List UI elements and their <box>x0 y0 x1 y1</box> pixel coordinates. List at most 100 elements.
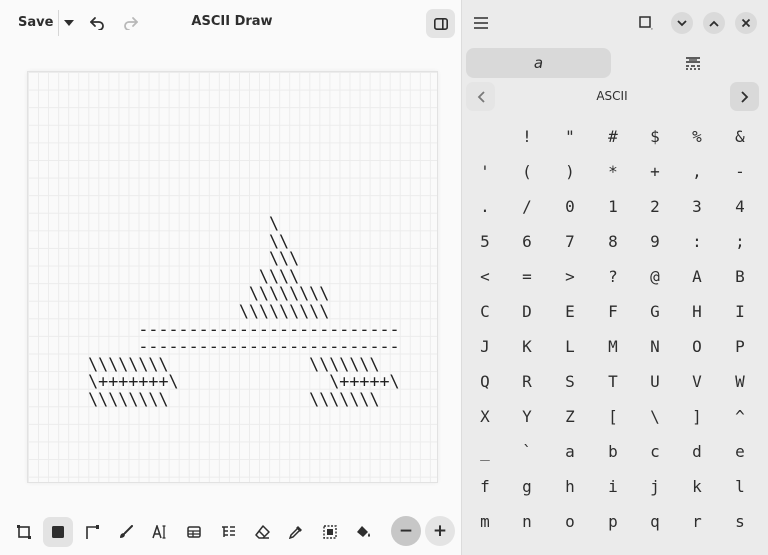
character-cell[interactable]: o <box>549 504 591 539</box>
character-cell[interactable]: 0 <box>549 189 591 224</box>
character-cell[interactable]: / <box>506 189 548 224</box>
character-cell[interactable]: J <box>464 329 506 364</box>
character-cell[interactable]: L <box>549 329 591 364</box>
main-menu-button[interactable] <box>470 12 492 34</box>
table-tool-button[interactable] <box>179 517 209 547</box>
character-cell[interactable]: : <box>676 224 718 259</box>
character-cell[interactable]: s <box>719 504 761 539</box>
character-cell[interactable]: ` <box>506 434 548 469</box>
character-cell[interactable]: E <box>549 294 591 329</box>
character-cell[interactable]: = <box>506 259 548 294</box>
character-cell[interactable]: d <box>676 434 718 469</box>
character-cell[interactable]: 5 <box>464 224 506 259</box>
character-cell[interactable]: 7 <box>549 224 591 259</box>
character-cell[interactable]: ? <box>592 259 634 294</box>
picker-tool-button[interactable] <box>281 517 311 547</box>
character-cell[interactable]: 9 <box>634 224 676 259</box>
character-cell[interactable]: 1 <box>592 189 634 224</box>
zoom-out-button[interactable]: − <box>391 516 421 546</box>
next-charset-button[interactable] <box>730 82 759 111</box>
character-cell[interactable]: C <box>464 294 506 329</box>
close-button[interactable] <box>735 12 757 34</box>
character-cell[interactable]: W <box>719 364 761 399</box>
character-cell[interactable]: 4 <box>719 189 761 224</box>
undo-button[interactable] <box>84 10 110 36</box>
character-cell[interactable]: 6 <box>506 224 548 259</box>
line-tool-button[interactable] <box>77 517 107 547</box>
character-cell[interactable]: T <box>592 364 634 399</box>
character-cell[interactable]: k <box>676 469 718 504</box>
character-cell[interactable]: 8 <box>592 224 634 259</box>
tree-tool-button[interactable] <box>213 517 243 547</box>
sidebar-toggle-button[interactable] <box>426 9 455 38</box>
character-cell[interactable]: " <box>549 119 591 154</box>
character-cell[interactable]: S <box>549 364 591 399</box>
character-cell[interactable]: O <box>676 329 718 364</box>
maximize-button[interactable] <box>703 12 725 34</box>
character-cell[interactable]: c <box>634 434 676 469</box>
character-cell[interactable]: ] <box>676 399 718 434</box>
character-cell[interactable]: r <box>676 504 718 539</box>
character-cell[interactable]: e <box>719 434 761 469</box>
character-cell[interactable]: 3 <box>676 189 718 224</box>
character-cell[interactable]: _ <box>464 434 506 469</box>
character-cell[interactable]: a <box>549 434 591 469</box>
character-cell[interactable]: N <box>634 329 676 364</box>
character-cell[interactable]: \ <box>634 399 676 434</box>
character-cell[interactable]: l <box>719 469 761 504</box>
character-cell[interactable]: f <box>464 469 506 504</box>
character-cell[interactable]: & <box>719 119 761 154</box>
character-cell[interactable]: ( <box>506 154 548 189</box>
character-cell[interactable]: . <box>464 189 506 224</box>
character-cell[interactable]: Z <box>549 399 591 434</box>
character-cell[interactable]: > <box>549 259 591 294</box>
save-menu-button[interactable] <box>58 10 78 36</box>
character-cell[interactable]: # <box>592 119 634 154</box>
character-cell[interactable]: ) <box>549 154 591 189</box>
character-cell[interactable]: ^ <box>719 399 761 434</box>
character-cell[interactable]: g <box>506 469 548 504</box>
character-cell[interactable]: K <box>506 329 548 364</box>
previous-charset-button[interactable] <box>466 82 495 111</box>
character-cell[interactable]: ; <box>719 224 761 259</box>
freehand-brush-button[interactable] <box>111 517 141 547</box>
character-cell[interactable]: h <box>549 469 591 504</box>
character-cell[interactable]: G <box>634 294 676 329</box>
character-cell[interactable]: $ <box>634 119 676 154</box>
filled-rectangle-tool-button[interactable] <box>43 517 73 547</box>
character-cell[interactable]: % <box>676 119 718 154</box>
character-cell[interactable]: X <box>464 399 506 434</box>
eraser-tool-button[interactable] <box>247 517 277 547</box>
character-cell[interactable]: j <box>634 469 676 504</box>
save-button[interactable]: Save <box>10 10 61 36</box>
character-cell[interactable]: i <box>592 469 634 504</box>
character-cell[interactable]: U <box>634 364 676 399</box>
character-cell[interactable]: p <box>592 504 634 539</box>
character-cell[interactable]: F <box>592 294 634 329</box>
zoom-in-button[interactable]: + <box>425 516 455 546</box>
redo-button[interactable] <box>118 10 144 36</box>
character-cell[interactable]: b <box>592 434 634 469</box>
rectangle-tool-button[interactable] <box>9 517 39 547</box>
character-cell[interactable]: B <box>719 259 761 294</box>
character-cell[interactable]: Q <box>464 364 506 399</box>
character-cell[interactable]: H <box>676 294 718 329</box>
character-cell[interactable]: q <box>634 504 676 539</box>
character-cell[interactable]: - <box>719 154 761 189</box>
character-cell[interactable]: V <box>676 364 718 399</box>
text-tool-button[interactable] <box>145 517 175 547</box>
character-cell[interactable]: P <box>719 329 761 364</box>
character-cell[interactable]: M <box>592 329 634 364</box>
character-cell[interactable]: m <box>464 504 506 539</box>
character-cell[interactable]: I <box>719 294 761 329</box>
canvas-size-button[interactable] <box>635 12 657 34</box>
character-cell[interactable]: , <box>676 154 718 189</box>
select-tool-button[interactable] <box>315 517 345 547</box>
tab-font-style[interactable] <box>620 48 765 78</box>
character-cell[interactable]: A <box>676 259 718 294</box>
character-cell[interactable]: R <box>506 364 548 399</box>
character-cell[interactable]: Y <box>506 399 548 434</box>
character-cell[interactable]: @ <box>634 259 676 294</box>
character-cell[interactable]: [ <box>592 399 634 434</box>
character-cell[interactable]: 2 <box>634 189 676 224</box>
